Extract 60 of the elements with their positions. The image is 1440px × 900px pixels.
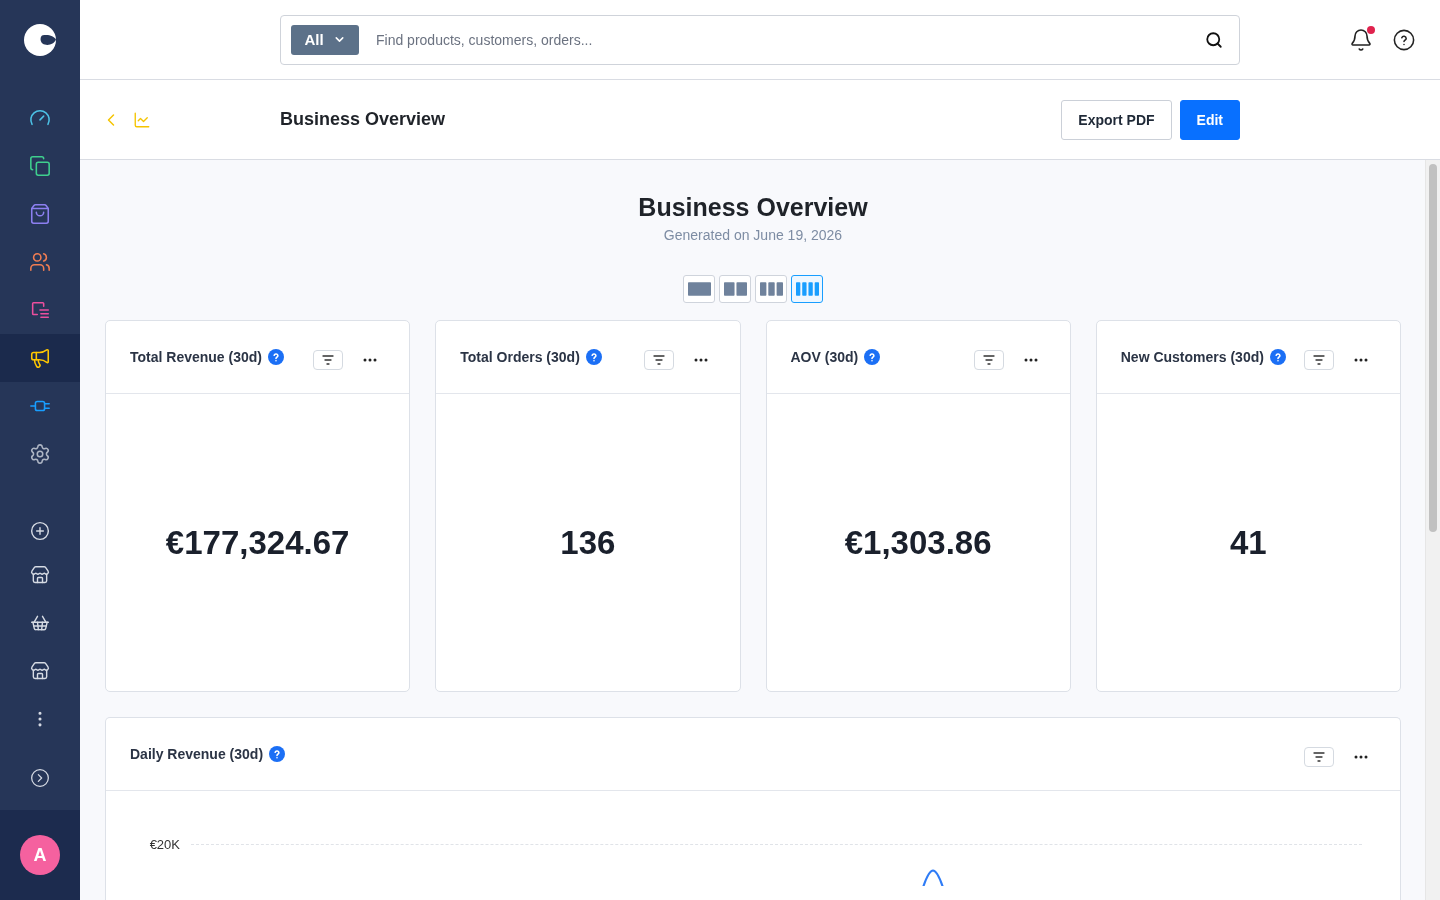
bell-icon [1349, 27, 1373, 52]
revenue-line [921, 869, 945, 886]
more-icon [693, 357, 708, 362]
sidebar-nav-item[interactable] [0, 334, 80, 382]
filter-icon [1313, 751, 1325, 762]
filter-icon [652, 354, 665, 365]
notifications-button[interactable] [1349, 27, 1373, 52]
kpi-value: €177,324.67 [165, 523, 350, 562]
card-title: AOV (30d) [790, 349, 859, 365]
search-icon[interactable] [1205, 30, 1223, 49]
four-columns-icon [795, 282, 819, 296]
store-icon[interactable] [30, 661, 50, 681]
layout-toggle[interactable] [683, 275, 715, 303]
single-column-icon [687, 282, 711, 296]
logo-icon[interactable] [23, 23, 57, 57]
filter-button[interactable] [1304, 349, 1334, 370]
search-field[interactable]: All Find products, customers, orders... [280, 14, 1240, 65]
report-title: Business Overview [637, 192, 869, 222]
layout-toggle[interactable] [791, 275, 823, 303]
filter-button[interactable] [973, 349, 1004, 370]
filter-button[interactable] [313, 349, 344, 370]
scrollbar-thumb[interactable] [1429, 164, 1437, 532]
more-button[interactable] [1354, 357, 1368, 362]
kpi-value: €1,303.86 [844, 523, 992, 562]
kpi-value: 136 [560, 523, 616, 562]
more-button[interactable] [363, 357, 378, 362]
help-icon[interactable] [1393, 28, 1415, 51]
layout-toggle[interactable] [755, 275, 787, 303]
filter-icon [1313, 354, 1325, 365]
edit-button[interactable]: Edit [1179, 99, 1240, 140]
more-icon [1023, 357, 1038, 362]
avatar[interactable]: A [20, 835, 60, 875]
line-chart-icon [133, 110, 151, 129]
filter-icon [322, 354, 335, 365]
card-title: Daily Revenue (30d) [130, 746, 264, 762]
filter-icon [982, 354, 995, 365]
more-icon [1354, 754, 1368, 759]
basket-icon[interactable] [30, 613, 50, 633]
scope-dropdown[interactable]: All [291, 24, 359, 55]
export-button[interactable]: Export PDF [1061, 99, 1172, 140]
more-icon [363, 357, 378, 362]
card-title: New Customers (30d) [1120, 349, 1264, 365]
filter-button[interactable] [643, 349, 674, 370]
kpi-value: 41 [1230, 523, 1267, 562]
plus-circle-icon[interactable] [30, 521, 50, 541]
more-button[interactable] [1023, 357, 1038, 362]
three-columns-icon [759, 282, 783, 296]
y-axis-label: €20K [148, 836, 180, 852]
report-subtitle: Generated on June 19, 2026 [662, 226, 844, 245]
card-title: Total Orders (30d) [460, 349, 580, 365]
page-title: Business Overview [280, 109, 446, 130]
store-icon[interactable] [30, 565, 50, 585]
layout-toggle[interactable] [719, 275, 751, 303]
two-columns-icon [723, 282, 747, 296]
card-title: Total Revenue (30d) [130, 349, 262, 365]
filter-button[interactable] [1304, 746, 1334, 767]
more-button[interactable] [693, 357, 708, 362]
more-button[interactable] [1354, 754, 1368, 759]
chevron-right-circle-icon[interactable] [30, 768, 50, 788]
more-icon [1354, 357, 1368, 362]
